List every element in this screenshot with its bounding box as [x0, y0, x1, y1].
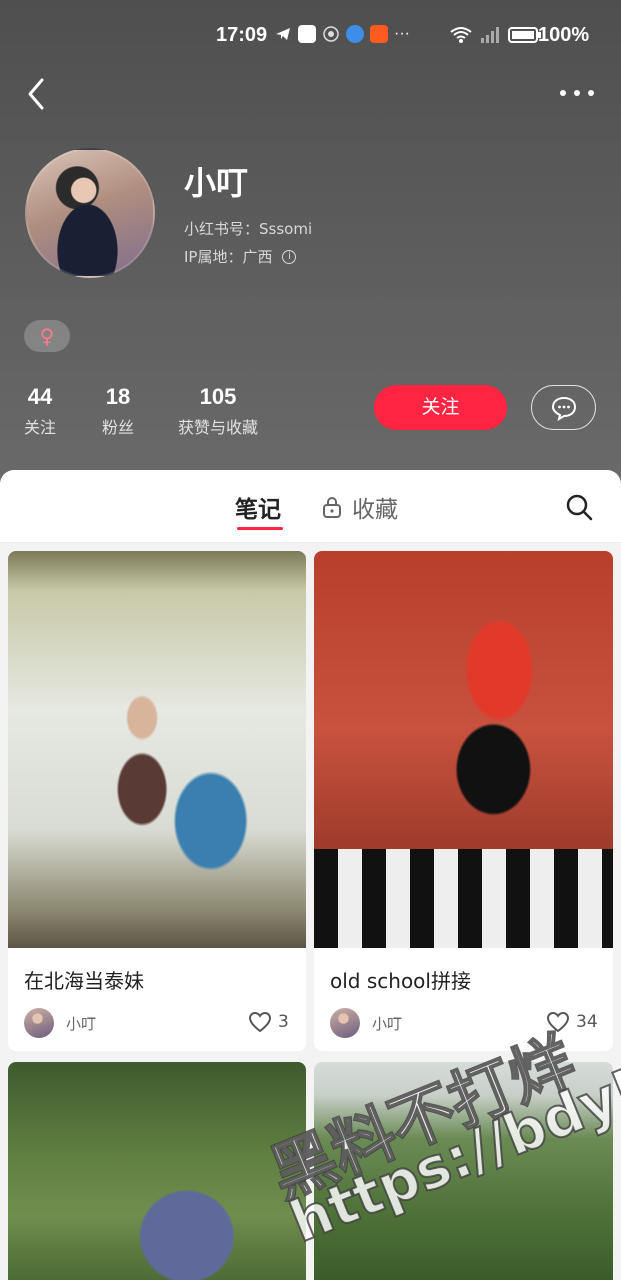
tab-collect-label: 收藏	[352, 497, 398, 523]
profile-id: 小红书号：Sssomi	[184, 220, 313, 238]
note-cover-image	[314, 551, 613, 948]
back-arrow-icon[interactable]	[22, 76, 52, 112]
taobao-icon	[370, 25, 388, 43]
stat-followers-count: 18	[105, 384, 131, 409]
notification-icons: ···	[274, 25, 410, 43]
wifi-icon	[450, 27, 472, 43]
browser-icon	[346, 25, 364, 43]
info-icon[interactable]: i	[282, 249, 297, 264]
note-author[interactable]: 小叮	[24, 1008, 96, 1038]
message-button[interactable]	[531, 385, 596, 430]
profile-ip-location: IP属地：广西 i	[184, 246, 297, 267]
note-cover-image	[8, 1062, 306, 1280]
author-name: 小叮	[372, 1014, 403, 1033]
ip-location-text: IP属地：广西	[184, 248, 273, 266]
hotspot-icon	[323, 26, 339, 42]
like-button[interactable]: 3	[248, 1011, 289, 1033]
lock-icon	[323, 497, 341, 518]
tab-active-indicator	[237, 527, 283, 530]
heart-icon	[248, 1011, 272, 1033]
app-icon	[298, 25, 316, 43]
stat-followers[interactable]: 18 粉丝	[102, 384, 134, 438]
author-avatar	[330, 1008, 360, 1038]
tab-notes[interactable]: 笔记	[235, 490, 281, 524]
status-time: 17:09	[216, 24, 268, 46]
profile-avatar[interactable]	[25, 148, 155, 278]
signal-icon	[481, 27, 499, 43]
more-notifications-icon: ···	[394, 25, 410, 42]
system-icons	[450, 26, 542, 44]
stat-likes-label: 获赞与收藏	[178, 418, 259, 437]
note-title: old school拼接	[330, 969, 471, 993]
note-cover-image	[314, 1062, 613, 1280]
note-card-3[interactable]	[8, 1062, 306, 1280]
like-button[interactable]: 34	[546, 1011, 598, 1033]
gender-badge: ♀	[24, 320, 70, 352]
note-card-1[interactable]: 在北海当泰妹 小叮 3	[8, 551, 306, 1051]
note-card-2[interactable]: old school拼接 小叮 34	[314, 551, 613, 1051]
stat-following-count: 44	[27, 384, 53, 409]
note-author[interactable]: 小叮	[330, 1008, 402, 1038]
heart-icon	[546, 1011, 570, 1033]
more-options-icon[interactable]	[558, 86, 598, 100]
profile-header: 17:09 ··· 100% 小叮 小红书号：Sssomi IP属地：广西 i …	[0, 0, 621, 490]
note-title: 在北海当泰妹	[24, 969, 144, 993]
chat-bubble-icon	[551, 396, 576, 421]
stat-followers-label: 粉丝	[102, 418, 135, 437]
status-bar: 17:09 ··· 100%	[0, 0, 621, 70]
like-count: 34	[576, 1012, 598, 1032]
battery-percent: 100%	[538, 24, 590, 46]
stat-following[interactable]: 44 关注	[24, 384, 56, 438]
search-icon[interactable]	[564, 492, 594, 522]
stat-following-label: 关注	[24, 418, 57, 437]
telegram-icon	[276, 28, 290, 40]
author-name: 小叮	[66, 1014, 97, 1033]
note-cover-image	[8, 551, 306, 948]
follow-button[interactable]: 关注	[374, 385, 507, 430]
stat-likes-collects[interactable]: 105 获赞与收藏	[178, 384, 258, 438]
note-card-4[interactable]	[314, 1062, 613, 1280]
stat-likes-count: 105	[199, 384, 237, 409]
author-avatar	[24, 1008, 54, 1038]
profile-name: 小叮	[184, 164, 249, 202]
tab-collect[interactable]: 收藏	[322, 490, 398, 524]
like-count: 3	[278, 1012, 289, 1032]
battery-icon	[508, 27, 541, 43]
